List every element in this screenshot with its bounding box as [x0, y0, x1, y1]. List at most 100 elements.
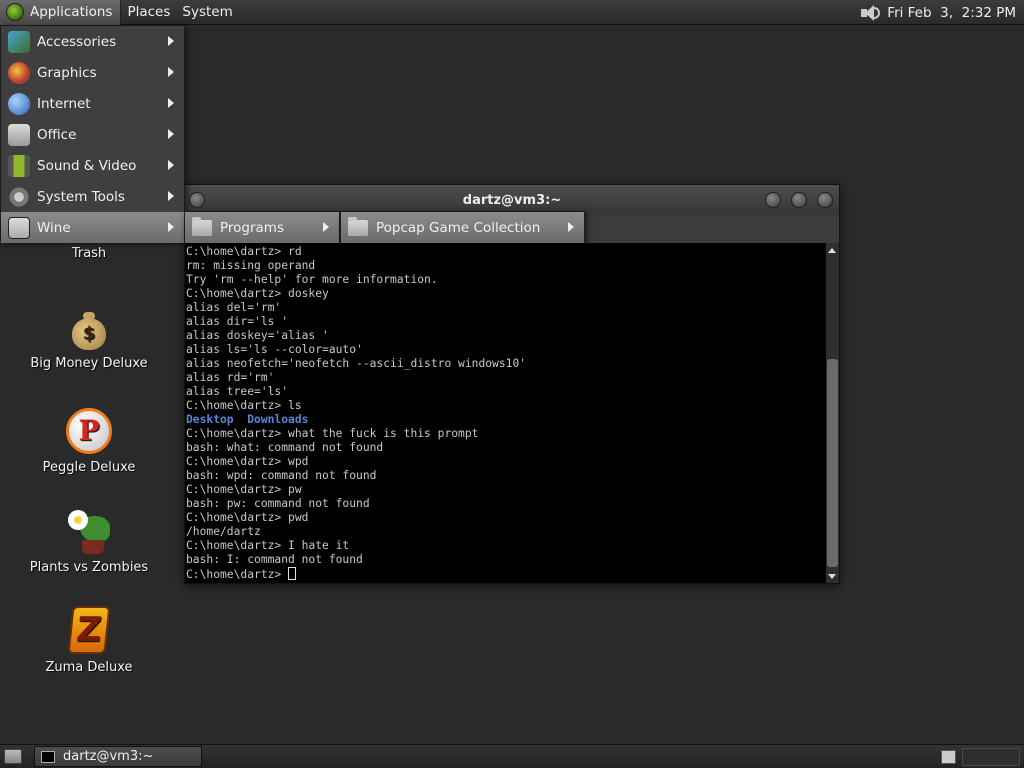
gnome-foot-icon: [6, 3, 24, 21]
system-tray: Fri Feb 3, 2:32 PM: [859, 0, 1016, 25]
terminal-line: alias rd='rm': [186, 371, 275, 384]
applications-menu: Accessories Graphics Internet Office Sou…: [0, 25, 185, 243]
close-button[interactable]: [817, 192, 833, 208]
terminal-scrollbar[interactable]: [826, 243, 839, 583]
graphics-icon: [8, 61, 30, 84]
terminal-line: C:\home\dartz> wpd: [186, 455, 309, 468]
menu-item-label: Programs: [220, 219, 284, 236]
show-desktop-icon[interactable]: [4, 749, 22, 764]
terminal-line: alias ls='ls --color=auto': [186, 343, 363, 356]
desktop-icon-zuma-deluxe[interactable]: Z Zuma Deluxe: [18, 606, 160, 675]
menu-item-popcap-game-collection[interactable]: Popcap Game Collection: [341, 212, 584, 243]
taskbar-item-terminal[interactable]: dartz@vm3:~: [34, 746, 202, 767]
menu-item-system-tools[interactable]: System Tools: [1, 181, 184, 212]
scroll-down-icon[interactable]: [828, 574, 836, 579]
internet-icon: [8, 92, 30, 115]
menu-item-label: Wine: [37, 219, 71, 236]
desktop-icon-big-money-deluxe[interactable]: $ Big Money Deluxe: [18, 312, 160, 371]
maximize-button[interactable]: [791, 192, 807, 208]
workspace-2[interactable]: [962, 748, 1020, 766]
terminal-line: /home/dartz: [186, 525, 261, 538]
desktop-icon-label: Zuma Deluxe: [45, 660, 133, 675]
submenu-arrow-icon: [168, 191, 174, 201]
terminal-line: C:\home\dartz> ls: [186, 399, 302, 412]
menu-item-label: Internet: [37, 95, 91, 112]
menu-item-label: Accessories: [37, 33, 117, 50]
folder-icon: [348, 216, 368, 236]
terminal-line: Try 'rm --help' for more information.: [186, 273, 438, 286]
system-tools-icon: [8, 185, 30, 208]
top-panel: Applications Places System Fri Feb 3, 2:…: [0, 0, 1024, 25]
terminal-line: alias doskey='alias ': [186, 329, 329, 342]
terminal-title: dartz@vm3:~: [462, 192, 562, 208]
terminal-prompt: C:\home\dartz>: [186, 568, 289, 581]
money-bag-icon: $: [72, 312, 106, 350]
desktop-icon-peggle-deluxe[interactable]: P Peggle Deluxe: [18, 408, 160, 475]
menu-item-programs[interactable]: Programs: [185, 212, 339, 243]
menu-item-accessories[interactable]: Accessories: [1, 26, 184, 57]
submenu-arrow-icon: [168, 129, 174, 139]
applications-menu-button[interactable]: Applications: [0, 0, 122, 25]
terminal-window[interactable]: dartz@vm3:~ C:\home\dartz> rd rm: missing…: [184, 184, 840, 584]
menu-item-label: Sound & Video: [37, 157, 137, 174]
system-menu-button[interactable]: System: [176, 0, 238, 25]
terminal-lines: C:\home\dartz> rd rm: missing operand Try …: [186, 245, 827, 582]
zuma-icon: Z: [67, 606, 111, 654]
terminal-line: C:\home\dartz> pw: [186, 483, 302, 496]
terminal-output[interactable]: C:\home\dartz> rd rm: missing operand Try …: [185, 243, 827, 583]
applications-label: Applications: [30, 4, 113, 20]
terminal-line: C:\home\dartz> I hate it: [186, 539, 350, 552]
terminal-line: alias tree='ls': [186, 385, 289, 398]
submenu-arrow-icon: [168, 98, 174, 108]
volume-icon[interactable]: [859, 4, 881, 22]
terminal-line: alias dir='ls ': [186, 315, 289, 328]
folder-icon: [192, 216, 212, 236]
menu-item-label: System Tools: [37, 188, 125, 205]
terminal-icon: [41, 750, 55, 763]
menu-item-internet[interactable]: Internet: [1, 88, 184, 119]
terminal-line: bash: I: command not found: [186, 553, 363, 566]
menu-item-label: Office: [37, 126, 77, 143]
wine-submenu: Programs: [184, 211, 340, 243]
submenu-arrow-icon: [168, 160, 174, 170]
submenu-arrow-icon: [323, 222, 329, 232]
window-menu-icon[interactable]: [189, 192, 205, 208]
terminal-line: alias neofetch='neofetch --ascii_distro …: [186, 357, 527, 370]
accessories-icon: [8, 30, 30, 53]
terminal-prompt-line[interactable]: C:\home\dartz>: [186, 567, 827, 582]
bottom-panel: dartz@vm3:~: [0, 744, 1024, 768]
directory-entry: Downloads: [247, 413, 309, 426]
menu-item-sound-video[interactable]: Sound & Video: [1, 150, 184, 181]
clock[interactable]: Fri Feb 3, 2:32 PM: [887, 5, 1016, 21]
text-cursor: [288, 567, 297, 580]
sound-video-icon: [8, 154, 30, 177]
terminal-line: bash: what: command not found: [186, 441, 384, 454]
terminal-line: alias del='rm': [186, 301, 282, 314]
programs-submenu: Popcap Game Collection: [340, 211, 585, 243]
scroll-up-icon[interactable]: [828, 248, 836, 253]
terminal-line: C:\home\dartz> what the fuck is this pro…: [186, 427, 479, 440]
desktop-icon-label: Plants vs Zombies: [29, 560, 149, 575]
peggle-icon: P: [66, 408, 112, 454]
minimize-button[interactable]: [765, 192, 781, 208]
terminal-line: C:\home\dartz> rd: [186, 245, 302, 258]
desktop-icon-plants-vs-zombies[interactable]: Plants vs Zombies: [18, 508, 160, 575]
terminal-line: C:\home\dartz> doskey: [186, 287, 329, 300]
workspace-1[interactable]: [941, 750, 956, 764]
scrollbar-thumb[interactable]: [827, 359, 838, 567]
desktop-icon-label: Peggle Deluxe: [42, 460, 136, 475]
terminal-line: bash: pw: command not found: [186, 497, 370, 510]
submenu-arrow-icon: [568, 222, 574, 232]
places-menu-button[interactable]: Places: [121, 0, 176, 25]
submenu-arrow-icon: [168, 222, 174, 232]
taskbar-item-label: dartz@vm3:~: [63, 749, 154, 764]
menu-item-label: Graphics: [37, 64, 97, 81]
terminal-line: rm: missing operand: [186, 259, 316, 272]
wine-icon: [8, 216, 30, 239]
office-icon: [8, 123, 30, 146]
directory-entry: Desktop: [186, 413, 234, 426]
menu-item-graphics[interactable]: Graphics: [1, 57, 184, 88]
menu-item-wine[interactable]: Wine: [1, 212, 184, 243]
terminal-line: Desktop Downloads: [186, 413, 827, 427]
menu-item-office[interactable]: Office: [1, 119, 184, 150]
